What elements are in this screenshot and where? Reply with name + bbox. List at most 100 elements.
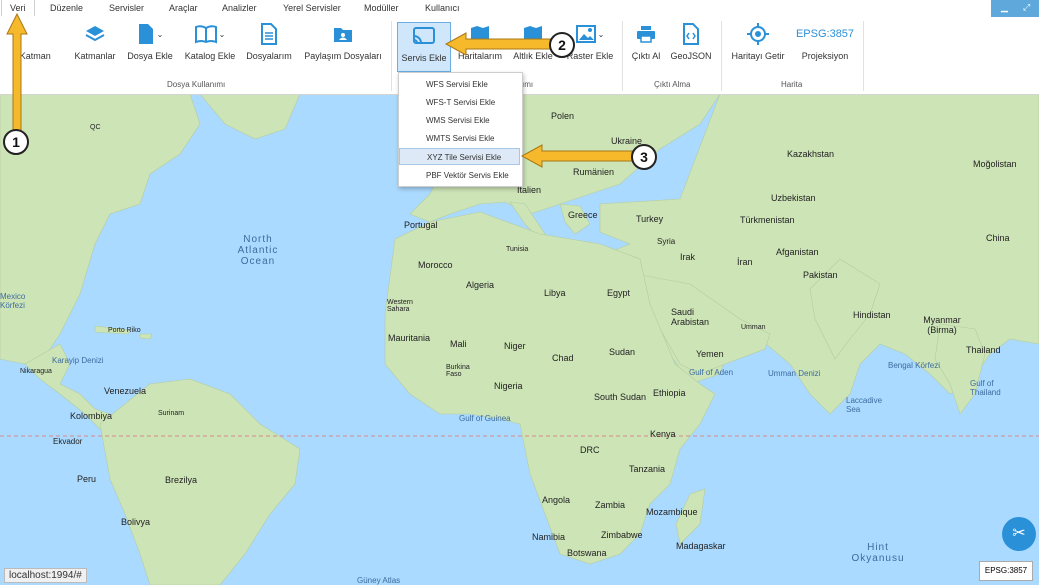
group-label-file-usage: Dosya Kullanımı <box>167 80 226 89</box>
map-label: Venezuela <box>104 386 147 396</box>
map-label: Zambia <box>595 500 626 510</box>
add-service-label: Servis Ekle <box>401 53 447 63</box>
new-layer-button[interactable]: i Katman <box>2 21 64 61</box>
divider <box>391 21 392 91</box>
map-label: Libya <box>544 288 566 298</box>
book-icon <box>194 25 217 44</box>
callout-3: 3 <box>631 144 657 170</box>
menu-moduller[interactable]: Modüller <box>364 3 399 13</box>
sea-label: Gulf of Aden <box>689 368 734 377</box>
tools-fab-button[interactable]: ✂ <box>1002 517 1036 551</box>
map-label: Burkina Faso <box>446 364 470 378</box>
map-label: Kazakhstan <box>787 149 835 159</box>
add-file-button[interactable]: ⌄ Dosya Ekle <box>124 21 176 61</box>
layers-button[interactable]: Katmanlar <box>70 21 120 61</box>
map-label: Botswana <box>567 548 607 558</box>
map-label: Mauritania <box>388 333 431 343</box>
geojson-label: GeoJSON <box>670 51 712 61</box>
map-label: Bolivya <box>121 517 151 527</box>
dropdown-item-wms[interactable]: WMS Servisi Ekle <box>399 112 520 129</box>
divider <box>622 21 623 91</box>
map-label: Nikaragua <box>20 368 52 375</box>
shared-files-label: Paylaşım Dosyaları <box>304 51 382 61</box>
map-label: South Sudan <box>594 392 647 402</box>
ocean-label: Hint Okyanusu <box>851 542 905 564</box>
group-label-output: Çıktı Alma <box>654 80 691 89</box>
group-label-services: ımı <box>522 80 534 89</box>
map-label: DRC <box>580 445 600 455</box>
print-button[interactable]: Çıktı Al <box>627 21 665 61</box>
window-controls: ▁ ⤢ <box>991 0 1039 17</box>
map-label: Porto Riko <box>108 327 141 334</box>
add-service-button[interactable]: Servis Ekle <box>397 22 451 72</box>
dropdown-item-xyz-tile[interactable]: XYZ Tile Servisi Ekle <box>399 148 520 165</box>
map-icon <box>471 26 489 42</box>
layers-label: Katmanlar <box>74 51 116 61</box>
dropdown-item-wmts[interactable]: WMTS Servisi Ekle <box>399 130 520 147</box>
map-label: Western Sahara <box>387 299 413 313</box>
fetch-map-button[interactable]: Haritayı Getir <box>729 21 787 61</box>
map-label: Yemen <box>696 349 724 359</box>
menu-araclar[interactable]: Araçlar <box>169 3 198 13</box>
sea-label: Karayip Denizi <box>52 356 104 365</box>
my-files-button[interactable]: Dosyalarım <box>244 21 294 61</box>
print-label: Çıktı Al <box>631 51 661 61</box>
map-label: Peru <box>77 474 97 484</box>
my-maps-button[interactable]: Haritalarım <box>455 21 505 61</box>
map-label: Kolombiya <box>70 411 113 421</box>
add-catalog-label: Katalog Ekle <box>184 51 236 61</box>
map-label: Zimbabwe <box>601 530 643 540</box>
add-catalog-button[interactable]: ⌄ Katalog Ekle <box>182 21 238 61</box>
map-label: İran <box>737 257 753 267</box>
map-label: Madagaskar <box>676 541 726 551</box>
map-label: Irak <box>680 252 696 262</box>
map-label: Angola <box>542 495 571 505</box>
map-label: Ekvador <box>53 437 83 446</box>
dropdown-item-wfs-t[interactable]: WFS-T Servisi Ekle <box>399 94 520 111</box>
sea-label: Umman Denizi <box>768 369 821 378</box>
geojson-button[interactable]: GeoJSON <box>668 21 714 61</box>
my-maps-label: Haritalarım <box>457 51 502 61</box>
callout-2: 2 <box>549 32 575 58</box>
map-label: Brezilya <box>165 475 198 485</box>
map-label: Polen <box>551 111 575 121</box>
map-label: Mali <box>450 339 467 349</box>
map-label: QC <box>90 124 101 131</box>
sea-label: Bengal Körfezi <box>888 361 941 370</box>
dropdown-item-wfs[interactable]: WFS Servisi Ekle <box>399 76 520 93</box>
map-label: Uzbekistan <box>771 193 816 203</box>
minimize-icon[interactable]: ▁ <box>1001 2 1008 13</box>
menu-servisler[interactable]: Servisler <box>109 3 144 13</box>
map-label: Türkmenistan <box>740 215 795 225</box>
menu-veri[interactable]: Veri <box>1 0 35 16</box>
top-menu-bar: Veri Düzenle Servisler Araçlar Analizler… <box>0 0 1039 18</box>
chevron-down-icon: ⌄ <box>597 29 605 39</box>
menu-yerel-servisler[interactable]: Yerel Servisler <box>283 3 341 13</box>
maximize-icon[interactable]: ⤢ <box>1023 2 1030 13</box>
divider <box>721 21 722 91</box>
map-label: Sudan <box>609 347 636 357</box>
sea-label: Güney Atlas <box>357 576 401 585</box>
map-label: Hindistan <box>853 310 891 320</box>
shared-files-button[interactable]: Paylaşım Dosyaları <box>302 21 384 61</box>
menu-kullanici[interactable]: Kullanıcı <box>425 3 460 13</box>
my-files-label: Dosyalarım <box>246 51 292 61</box>
map-label: Thailand <box>966 345 1001 355</box>
chevron-down-icon: ⌄ <box>218 29 226 39</box>
group-label-map: Harita <box>781 80 803 89</box>
map-label: Niger <box>504 341 526 351</box>
map-label: Saudi Arabistan <box>671 307 710 327</box>
projection-button[interactable]: EPSG:3857 Projeksiyon <box>792 21 858 61</box>
sea-label: Mexico Körfezi <box>0 292 26 310</box>
ocean-label: North Atlantic Ocean <box>237 234 279 267</box>
status-url: localhost:1994/# <box>4 568 87 583</box>
menu-analizler[interactable]: Analizler <box>222 3 257 13</box>
shared-folder-icon <box>334 28 352 42</box>
menu-duzenle[interactable]: Düzenle <box>50 3 83 13</box>
map-label: Afganistan <box>776 247 819 257</box>
dropdown-item-pbf-vector[interactable]: PBF Vektör Servis Ekle <box>399 167 520 184</box>
callout-1: 1 <box>3 129 29 155</box>
chevron-down-icon: ⌄ <box>156 29 164 39</box>
projection-label: Projeksiyon <box>801 51 849 61</box>
file-icon <box>138 24 153 44</box>
